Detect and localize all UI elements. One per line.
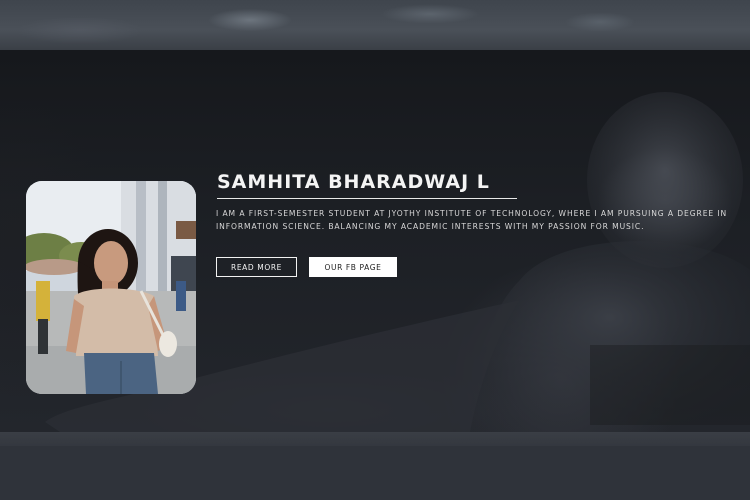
footer-area [0, 446, 750, 500]
hero-section [0, 50, 750, 432]
section-divider-band [0, 432, 750, 446]
profile-photo-image [26, 181, 196, 394]
read-more-button[interactable]: READ MORE [216, 257, 297, 277]
profile-bio: I AM A FIRST-SEMESTER STUDENT AT JYOTHY … [216, 209, 728, 231]
name-underline-divider [217, 198, 517, 199]
profile-photo [26, 181, 196, 394]
profile-name: SAMHITA BHARADWAJ L [217, 171, 490, 193]
header-background [0, 0, 750, 50]
fb-page-button[interactable]: OUR FB PAGE [309, 257, 397, 277]
page: SAMHITA BHARADWAJ L I AM A FIRST-SEMESTE… [0, 0, 750, 500]
